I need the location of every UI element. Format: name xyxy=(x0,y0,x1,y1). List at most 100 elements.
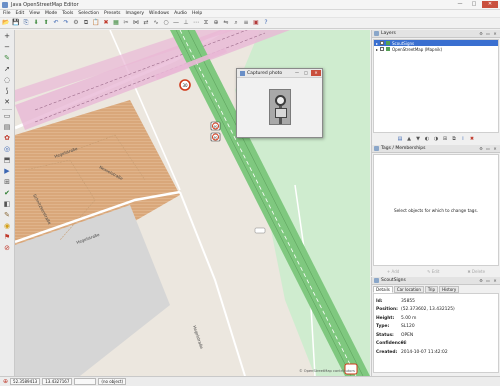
toggle-dialog-2-icon[interactable]: ▤ xyxy=(2,123,12,132)
copy-icon[interactable]: ⧉ xyxy=(82,19,90,27)
layer-merge-icon[interactable]: ⊞ xyxy=(442,136,449,143)
toggle-dialog-1-icon[interactable]: ▭ xyxy=(2,112,12,121)
close-button[interactable]: ✕ xyxy=(482,1,498,8)
menu-audio[interactable]: Audio xyxy=(174,11,187,16)
menu-mode[interactable]: Mode xyxy=(45,11,57,16)
validator-icon[interactable]: ✔ xyxy=(2,189,12,198)
layer-list[interactable]: ▸ ScoutSigns ▸ OpenStreetMap (Mapnik) xyxy=(373,39,499,133)
toggle-dialog-6-icon[interactable]: ▶ xyxy=(2,167,12,176)
sort-icon[interactable]: ≡ xyxy=(242,19,250,27)
undo-icon[interactable]: ↶ xyxy=(52,19,60,27)
mirror-icon[interactable]: ⇋ xyxy=(222,19,230,27)
scoutsigns-panel-collapse-icon[interactable]: ▭ xyxy=(485,278,491,284)
layer-up-icon[interactable]: ▲ xyxy=(406,136,413,143)
layers-panel-collapse-icon[interactable]: ▭ xyxy=(485,31,491,37)
layers-icon[interactable]: ▦ xyxy=(112,19,120,27)
scoutsigns-panel-settings-icon[interactable]: ⚙ xyxy=(478,278,484,284)
orthogonalize-icon[interactable]: ⊥ xyxy=(182,19,190,27)
unglue-icon[interactable]: ⧖ xyxy=(202,19,210,27)
menu-edit[interactable]: Edit xyxy=(16,11,25,16)
draw-way-icon[interactable]: ✎ xyxy=(2,54,12,63)
toggle-dialog-10-icon[interactable]: ⚑ xyxy=(2,233,12,242)
lasso-icon[interactable]: ◌ xyxy=(2,76,12,85)
paste-icon[interactable]: 📋 xyxy=(92,19,100,27)
align-line-icon[interactable]: — xyxy=(172,19,180,27)
menu-presets[interactable]: Presets xyxy=(104,11,120,16)
select-icon[interactable]: ➚ xyxy=(2,65,12,74)
toggle-dialog-4-icon[interactable]: ◎ xyxy=(2,145,12,154)
split-way-icon[interactable]: ✂ xyxy=(122,19,130,27)
search-icon[interactable]: ⌕ xyxy=(232,19,240,27)
redo-icon[interactable]: ↷ xyxy=(62,19,70,27)
menu-imagery[interactable]: Imagery xyxy=(125,11,144,16)
menu-selection[interactable]: Selection xyxy=(78,11,99,16)
open-file-icon[interactable]: 📂 xyxy=(2,19,10,27)
sign-marker-2[interactable]: 60 xyxy=(210,121,221,131)
tags-panel-collapse-icon[interactable]: ▭ xyxy=(485,146,491,152)
photo-close-button[interactable]: ✕ xyxy=(311,70,321,76)
photo-icon[interactable]: ▣ xyxy=(252,19,260,27)
menu-tools[interactable]: Tools xyxy=(62,11,73,16)
photo-maximize-button[interactable]: □ xyxy=(302,70,310,76)
photo-minimize-button[interactable]: — xyxy=(293,70,301,76)
menu-windows[interactable]: Windows xyxy=(149,11,169,16)
toggle-dialog-5-icon[interactable]: ⬒ xyxy=(2,156,12,165)
tag-delete-button[interactable]: ✖ Delete xyxy=(467,269,485,274)
layer-add-icon[interactable]: ▤ xyxy=(397,136,404,143)
detail-row-id: Id: 35855 xyxy=(376,297,496,306)
combine-way-icon[interactable]: ⋈ xyxy=(132,19,140,27)
toggle-dialog-9-icon[interactable]: ✎ xyxy=(2,211,12,220)
tab-car-location[interactable]: Car location xyxy=(393,286,424,293)
layer-down-icon[interactable]: ▼ xyxy=(415,136,422,143)
tab-history[interactable]: History xyxy=(439,286,460,293)
toggle-dialog-3-icon[interactable]: ✿ xyxy=(2,134,12,143)
sign-marker-3[interactable]: 60 xyxy=(210,132,221,142)
tab-trip[interactable]: Trip xyxy=(424,286,439,293)
save-icon[interactable]: 💾 xyxy=(12,19,20,27)
minimize-button[interactable]: — xyxy=(454,1,466,8)
detail-row-confidence: Confidence: 98 xyxy=(376,340,496,349)
tags-panel-close-icon[interactable]: ✕ xyxy=(492,146,498,152)
sign-marker-1[interactable]: 30 xyxy=(179,79,191,91)
layer-duplicate-icon[interactable]: ⧉ xyxy=(451,136,458,143)
help-icon[interactable]: ? xyxy=(262,19,270,27)
tag-edit-button[interactable]: ✎ Edit xyxy=(427,269,439,274)
toggle-dialog-8-icon[interactable]: ◧ xyxy=(2,200,12,209)
layer-visible-checkbox[interactable] xyxy=(380,41,385,45)
layer-row-mapnik[interactable]: ▸ OpenStreetMap (Mapnik) xyxy=(374,46,498,52)
zoom-out-icon[interactable]: − xyxy=(2,43,12,52)
scoutsigns-panel-close-icon[interactable]: ✕ xyxy=(492,278,498,284)
layer-info-icon[interactable]: i xyxy=(460,136,467,143)
captured-photo-dialog[interactable]: Captured photo — □ ✕ xyxy=(236,68,323,138)
download-icon[interactable]: ⬇ xyxy=(32,19,40,27)
layer-visibility-icon[interactable]: ◐ xyxy=(424,136,431,143)
layer-opacity-icon[interactable]: ◑ xyxy=(433,136,440,143)
no-entry-icon[interactable]: ⊘ xyxy=(2,244,12,253)
delete-mode-icon[interactable]: ✕ xyxy=(2,98,12,107)
tab-details[interactable]: Details xyxy=(373,286,393,293)
maximize-button[interactable]: □ xyxy=(468,1,480,8)
scoutsigns-icon[interactable]: ◉ xyxy=(2,222,12,231)
menu-help[interactable]: Help xyxy=(192,11,202,16)
layers-panel-settings-icon[interactable]: ⚙ xyxy=(478,31,484,37)
save-as-icon[interactable]: ⎘ xyxy=(22,19,30,27)
menu-file[interactable]: File xyxy=(3,11,11,16)
reverse-way-icon[interactable]: ⇄ xyxy=(142,19,150,27)
layer-delete-icon[interactable]: ✖ xyxy=(469,136,476,143)
menu-view[interactable]: View xyxy=(29,11,40,16)
tags-panel-settings-icon[interactable]: ⚙ xyxy=(478,146,484,152)
join-node-icon[interactable]: ⊕ xyxy=(212,19,220,27)
layer-visible-checkbox[interactable] xyxy=(380,47,385,51)
zoom-in-icon[interactable]: + xyxy=(2,32,12,41)
improve-way-icon[interactable]: ⟆ xyxy=(2,87,12,96)
toggle-dialog-7-icon[interactable]: ⊞ xyxy=(2,178,12,187)
layers-panel-close-icon[interactable]: ✕ xyxy=(492,31,498,37)
upload-icon[interactable]: ⬆ xyxy=(42,19,50,27)
preferences-icon[interactable]: ⚙ xyxy=(72,19,80,27)
tag-add-button[interactable]: + Add xyxy=(387,269,399,274)
align-circle-icon[interactable]: ○ xyxy=(162,19,170,27)
layer-arrow-icon: ▸ xyxy=(376,46,379,52)
simplify-way-icon[interactable]: ∿ xyxy=(152,19,160,27)
delete-icon[interactable]: ✖ xyxy=(102,19,110,27)
distribute-icon[interactable]: ⋯ xyxy=(192,19,200,27)
